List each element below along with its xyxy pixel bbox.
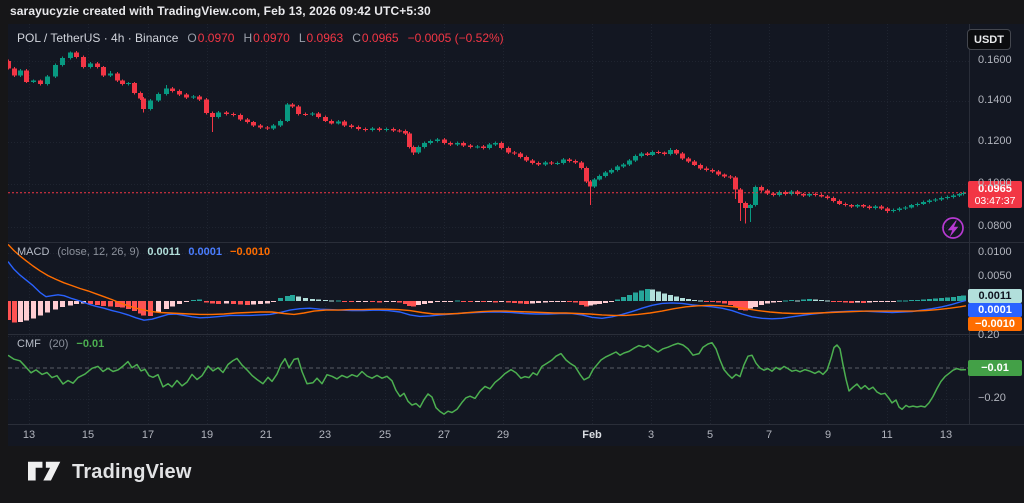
time-tick-label: 13 [23,429,35,441]
macd-hist-value: 0.0011 [147,246,180,258]
ohlc-high-label: H [243,31,252,45]
macd-hist-axis-label: 0.0011 [968,289,1022,303]
macd-title[interactable]: MACD [17,246,49,258]
grid-lines [8,24,969,424]
time-tick-label: Feb [582,429,602,441]
cmf-params: (20) [49,338,69,350]
time-tick-label: 7 [766,429,772,441]
cmf-value: −0.01 [76,338,104,350]
watermark: sarayucyzie created with TradingView.com… [10,4,431,18]
pane-separator [8,24,1024,425]
price-change: −0.0005 (−0.52%) [408,31,504,45]
macd-histogram-series [6,289,966,323]
candlestick-series [6,51,966,223]
price-tick-label: 0.1000 [978,177,1012,189]
tradingview-snapshot: sarayucyzie created with TradingView.com… [0,0,1024,503]
macd-indicator-row: MACD (close, 12, 26, 9) 0.0011 0.0001 −0… [17,246,270,258]
cmf-tick-label: −0.20 [978,392,1006,404]
time-tick-label: 21 [260,429,272,441]
macd-line-value: 0.0001 [188,246,222,258]
cmf-axis-label: −0.01 [968,360,1022,376]
price-tick-label: 0.1600 [978,54,1012,66]
time-tick-label: 29 [497,429,509,441]
ohlc-open-value: 0.0970 [198,31,235,45]
macd-params: (close, 12, 26, 9) [57,246,139,258]
cmf-tick-label: 0.20 [978,329,999,341]
ohlc-close-label: C [352,31,361,45]
macd-line-axis-label: 0.0001 [968,303,1022,317]
time-tick-label: 5 [707,429,713,441]
time-tick-label: 27 [438,429,450,441]
price-tick-label: 0.1400 [978,94,1012,106]
ohlc-open-label: O [187,31,196,45]
symbol-title[interactable]: POL / TetherUS · 4h · Binance [17,31,178,45]
time-tick-label: 17 [142,429,154,441]
tradingview-logo[interactable]: TradingView [28,460,192,484]
time-tick-label: 15 [82,429,94,441]
cmf-line-series [8,343,966,414]
macd-tick-label: 0.0050 [978,270,1012,282]
symbol-header: POL / TetherUS · 4h · Binance O0.0970 H0… [17,31,504,45]
ohlc-low-value: 0.0963 [307,31,344,45]
bar-countdown: 03:47:37 [975,195,1016,207]
time-tick-label: 23 [319,429,331,441]
cmf-indicator-row: CMF (20) −0.01 [17,338,104,350]
brand-name: TradingView [72,461,192,484]
currency-button[interactable]: USDT [967,29,1011,50]
price-tick-label: 0.0800 [978,220,1012,232]
time-tick-label: 3 [648,429,654,441]
time-tick-label: 13 [940,429,952,441]
macd-tick-label: 0.0100 [978,246,1012,258]
macd-signal-value: −0.0010 [230,246,270,258]
ohlc-low-label: L [299,31,306,45]
time-tick-label: 9 [825,429,831,441]
ohlc-close-value: 0.0965 [362,31,399,45]
ohlc-high-value: 0.0970 [253,31,290,45]
time-tick-label: 11 [881,429,892,441]
time-tick-label: 25 [379,429,391,441]
tradingview-logo-icon [28,460,62,484]
cmf-title[interactable]: CMF [17,338,41,350]
time-tick-label: 19 [201,429,213,441]
price-tick-label: 0.1200 [978,135,1012,147]
